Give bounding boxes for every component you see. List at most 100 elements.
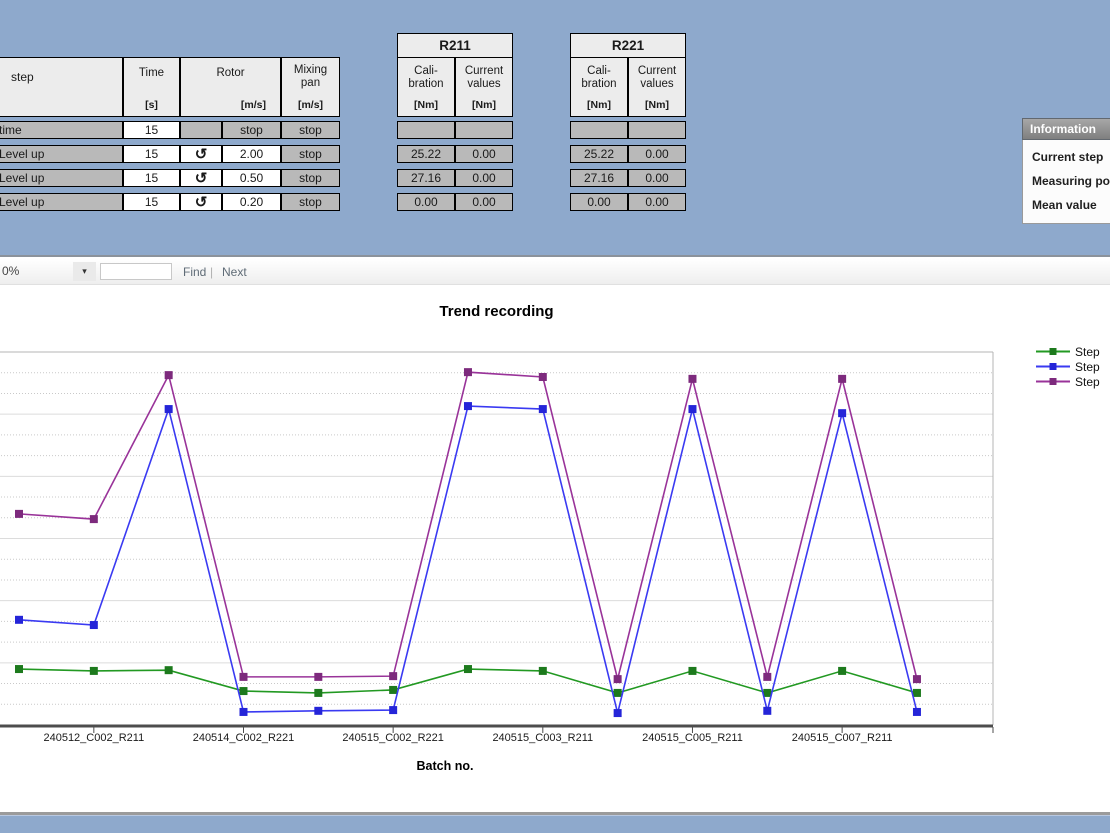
- information-panel-body: Current step Measuring point Mean value: [1022, 140, 1110, 224]
- zoom-select[interactable]: 0%: [2, 264, 19, 278]
- bottom-status-band: [0, 815, 1110, 833]
- col-label: Cali-: [587, 65, 611, 78]
- rotor-speed-field[interactable]: 2.00: [222, 145, 281, 163]
- rotor-rotation-ccw-icon: ↺: [180, 193, 222, 211]
- step-row-time-field[interactable]: 15: [123, 145, 180, 163]
- pan-unit-label: [m/s]: [298, 99, 323, 112]
- find-input[interactable]: [100, 263, 172, 280]
- data-point-series-1: [539, 406, 546, 413]
- data-point-series-2: [614, 676, 621, 683]
- data-point-series-0: [165, 667, 172, 674]
- data-point-series-0: [464, 666, 471, 673]
- data-point-series-2: [689, 375, 696, 382]
- x-tick-label: 240512_C002_R211: [43, 732, 144, 744]
- x-tick-label: 240515_C002_R221: [342, 732, 444, 744]
- calibration-value: 25.22: [397, 145, 455, 163]
- data-point-series-1: [240, 708, 247, 715]
- mixing-pan-cell: stop: [281, 121, 340, 139]
- calibration-column-header: Cali- bration [Nm]: [397, 57, 455, 117]
- calibration-column-header: Cali- bration [Nm]: [570, 57, 628, 117]
- zoom-dropdown-caret-icon[interactable]: ▾: [73, 262, 96, 281]
- data-point-series-2: [764, 673, 771, 680]
- step-row-name: Level up: [0, 169, 123, 187]
- data-point-series-0: [240, 688, 247, 695]
- data-point-series-2: [165, 372, 172, 379]
- data-point-series-1: [839, 410, 846, 417]
- time-column-header: Time [s]: [123, 57, 180, 117]
- step-row-time-field[interactable]: 15: [123, 121, 180, 139]
- current-value: 0.00: [628, 193, 686, 211]
- series-line-2: [19, 372, 917, 679]
- x-tick-label: 240515_C003_R211: [492, 732, 593, 744]
- col-label: Cali-: [414, 65, 438, 78]
- rotor-rotation-ccw-icon: ↺: [180, 169, 222, 187]
- data-point-series-1: [764, 707, 771, 714]
- data-point-series-1: [913, 708, 920, 715]
- current-value: 0.00: [455, 193, 513, 211]
- info-item-measuring-point: Measuring point: [1032, 169, 1110, 193]
- legend-swatch-icon: [1036, 347, 1070, 356]
- current-values-column-header: Current values [Nm]: [455, 57, 513, 117]
- step-row-time-field[interactable]: 15: [123, 169, 180, 187]
- data-point-series-0: [839, 667, 846, 674]
- top-status-band: step Time [s] Rotor [m/s] Mixing pan [m/…: [0, 0, 1110, 257]
- data-point-series-2: [913, 676, 920, 683]
- find-next-divider: |: [210, 265, 213, 279]
- rotor-speed-field[interactable]: 0.50: [222, 169, 281, 187]
- data-point-series-1: [315, 707, 322, 714]
- info-item-mean-value: Mean value: [1032, 193, 1110, 217]
- data-point-series-2: [390, 673, 397, 680]
- data-point-series-0: [913, 689, 920, 696]
- legend-item: Step: [1036, 359, 1100, 374]
- step-row-name: time: [0, 121, 123, 139]
- data-point-series-0: [315, 689, 322, 696]
- information-panel-header: Information: [1022, 118, 1110, 140]
- step-row-time-field[interactable]: 15: [123, 193, 180, 211]
- mixing-pan-header-line1: Mixing: [294, 64, 327, 77]
- current-value: 0.00: [628, 145, 686, 163]
- col-label: bration: [581, 78, 616, 91]
- data-point-series-1: [16, 616, 23, 623]
- col-label: values: [640, 78, 673, 91]
- current-value: 0.00: [628, 169, 686, 187]
- col-label: values: [467, 78, 500, 91]
- rotor-rotation-ccw-icon: ↺: [180, 145, 222, 163]
- legend-label: Step: [1075, 345, 1100, 359]
- step-row-name: Level up: [0, 145, 123, 163]
- next-link[interactable]: Next: [222, 265, 247, 279]
- chart-legend: StepStepStep: [1036, 344, 1100, 389]
- data-point-series-0: [90, 667, 97, 674]
- data-point-series-2: [90, 516, 97, 523]
- rotor-direction-cell: [180, 121, 222, 139]
- step-column-header: step: [0, 57, 123, 117]
- legend-label: Step: [1075, 375, 1100, 389]
- data-point-series-0: [390, 686, 397, 693]
- x-axis-title: Batch no.: [417, 759, 474, 773]
- find-link[interactable]: Find: [183, 265, 206, 279]
- time-header-label: Time: [139, 67, 164, 80]
- col-label: Current: [465, 65, 503, 78]
- current-value: [455, 121, 513, 139]
- x-tick-label: 240514_C002_R221: [193, 732, 295, 744]
- table-title: R221: [570, 33, 686, 58]
- information-panel: Information Current step Measuring point…: [1022, 118, 1110, 224]
- data-point-series-0: [539, 667, 546, 674]
- col-label: Current: [638, 65, 676, 78]
- mixing-pan-column-header: Mixing pan [m/s]: [281, 57, 340, 117]
- unit-label: [Nm]: [414, 99, 438, 112]
- table-title: R211: [397, 33, 513, 58]
- calibration-value: 25.22: [570, 145, 628, 163]
- current-values-column-header: Current values [Nm]: [628, 57, 686, 117]
- step-header-label: step: [11, 70, 34, 84]
- x-tick-label: 240515_C005_R211: [642, 732, 743, 744]
- data-point-series-1: [614, 710, 621, 717]
- rotor-speed-field[interactable]: 0.20: [222, 193, 281, 211]
- legend-item: Step: [1036, 374, 1100, 389]
- mixing-pan-cell: stop: [281, 145, 340, 163]
- col-label: bration: [408, 78, 443, 91]
- legend-swatch-icon: [1036, 362, 1070, 371]
- time-unit-label: [s]: [145, 99, 158, 112]
- data-point-series-2: [839, 375, 846, 382]
- unit-label: [Nm]: [645, 99, 669, 112]
- data-point-series-0: [689, 667, 696, 674]
